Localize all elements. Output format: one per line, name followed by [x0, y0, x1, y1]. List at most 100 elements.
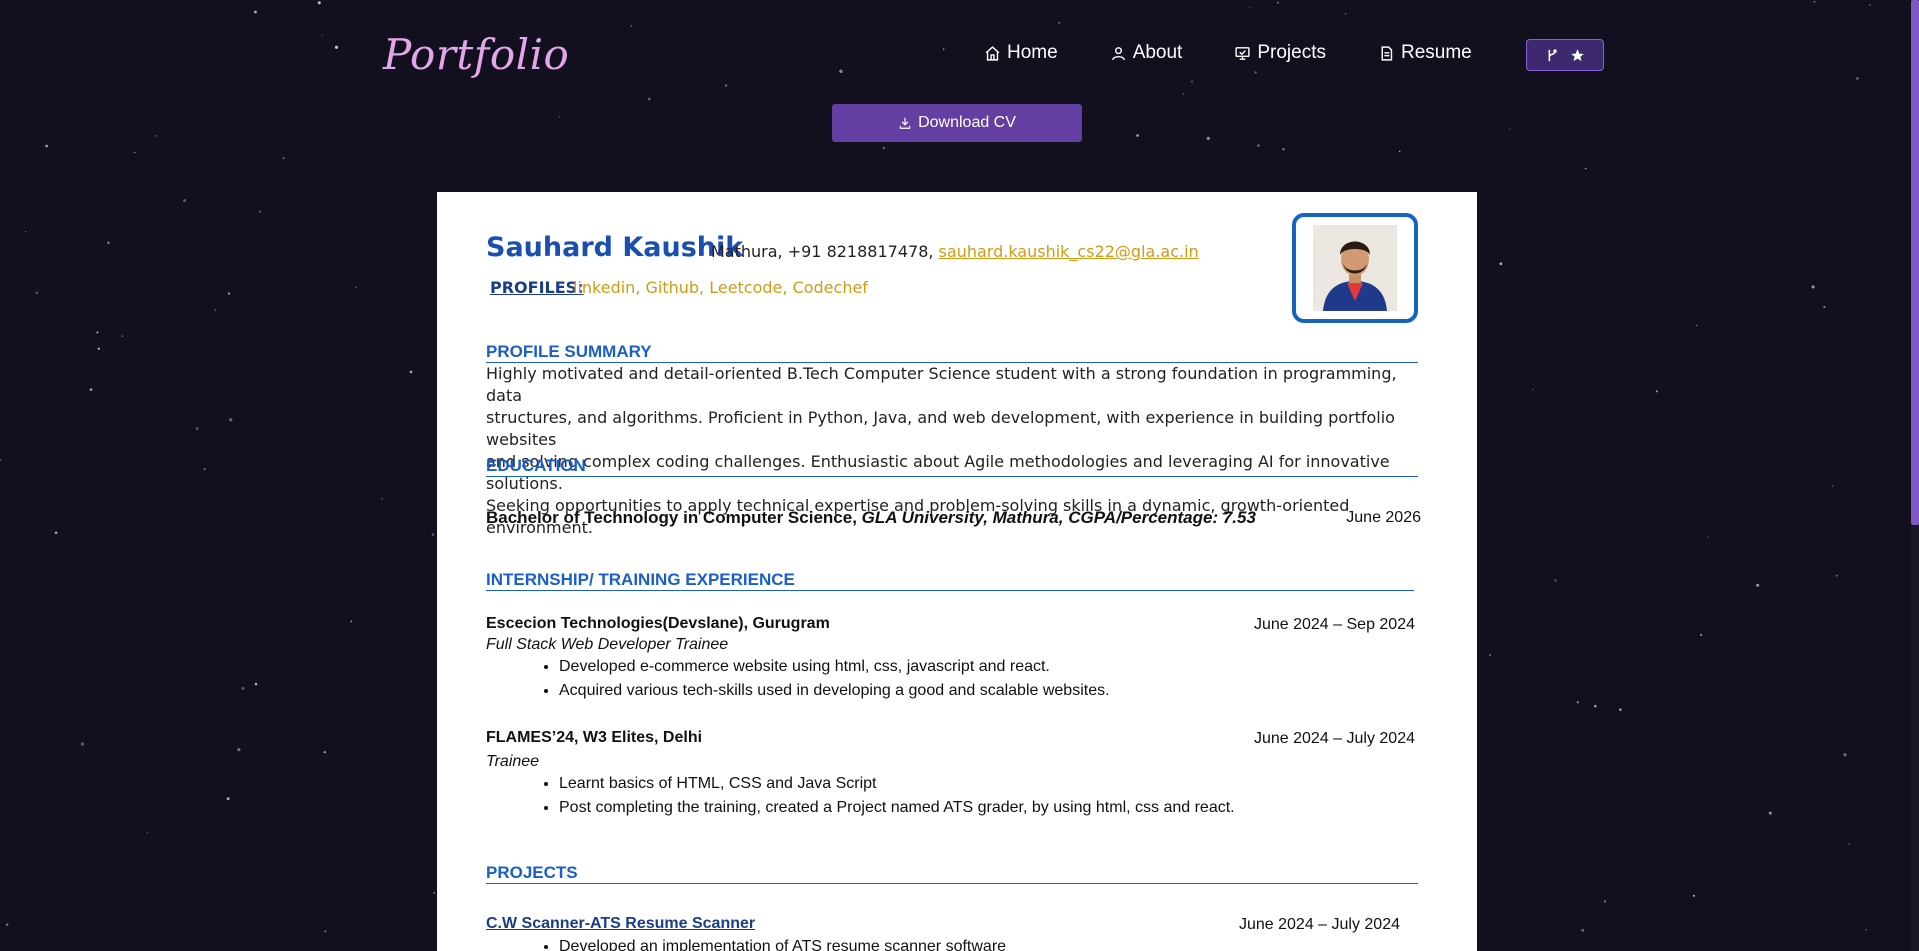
scrollbar-track[interactable] [1911, 0, 1919, 951]
star [1692, 894, 1695, 897]
star [1282, 148, 1285, 151]
document-icon [1381, 45, 1393, 61]
star [227, 292, 231, 295]
star [1344, 13, 1347, 15]
resume-document[interactable]: Sauhard Kaushik Mathura, +91 8218817478,… [437, 192, 1477, 951]
section-projects: PROJECTS [486, 863, 1418, 884]
section-education: EDUCATION [486, 456, 1418, 477]
resume-contact: Mathura, +91 8218817478, sauhard.kaushik… [711, 242, 1199, 261]
star [24, 231, 27, 233]
section-profile-summary: PROFILE SUMMARY [486, 342, 1418, 363]
star [121, 335, 124, 337]
download-cv-label: Download CV [918, 114, 1016, 131]
star [1277, 1, 1279, 4]
star [258, 210, 261, 213]
project-title[interactable]: C.W Scanner-ATS Resume Scanner [486, 915, 755, 933]
summary-line: Highly motivated and detail-oriented B.T… [486, 364, 1397, 405]
star [1843, 753, 1847, 757]
bullet-item: Acquired various tech-skills used in dev… [559, 679, 1110, 703]
star [1257, 144, 1260, 147]
star [5, 923, 9, 926]
star [1869, 4, 1871, 6]
star [1768, 811, 1772, 815]
star [97, 347, 100, 350]
star [0, 459, 2, 462]
star [183, 199, 187, 203]
email-link[interactable]: sauhard.kaushik_cs22@gla.ac.in [939, 242, 1199, 261]
nav-projects-label: Projects [1257, 42, 1326, 63]
star [1593, 704, 1597, 708]
star [630, 25, 633, 27]
internship-bullets: Learnt basics of HTML, CSS and Java Scri… [537, 772, 1235, 820]
nav-home-label: Home [1007, 42, 1058, 63]
github-button[interactable] [1526, 39, 1604, 71]
project-date: June 2024 – July 2024 [1238, 916, 1400, 933]
star [1182, 93, 1185, 95]
star [882, 146, 885, 150]
star [146, 831, 149, 834]
star [1509, 128, 1511, 130]
star [321, 34, 323, 36]
nav-projects[interactable]: Projects [1234, 42, 1326, 64]
star [107, 241, 110, 244]
star [54, 531, 58, 535]
star [134, 151, 136, 154]
star [724, 84, 728, 87]
star [1554, 579, 1557, 582]
star [1619, 708, 1622, 711]
navbar: Home About Projects Resume [984, 42, 1524, 64]
user-icon [1111, 46, 1125, 60]
school: GLA University, Mathura, CGPA/Percentage… [861, 508, 1256, 527]
star [89, 388, 93, 391]
star [45, 144, 48, 148]
summary-line: structures, and algorithms. Proficient i… [486, 408, 1395, 449]
star [324, 930, 327, 933]
star [1532, 388, 1534, 391]
star [1398, 150, 1401, 153]
star [229, 418, 233, 422]
profile-photo [1313, 225, 1397, 311]
scrollbar-thumb[interactable] [1911, 0, 1919, 525]
star [1136, 134, 1139, 137]
education-date: June 2026 [1346, 509, 1421, 526]
star [1865, 928, 1868, 931]
star [1489, 654, 1491, 656]
internship-org: Escecion Technologies(Devslane), Gurugra… [486, 615, 830, 632]
bullet-item: Developed e-commerce website using html,… [559, 655, 1110, 679]
internship-date: June 2024 – July 2024 [1253, 730, 1415, 747]
star [1584, 167, 1587, 170]
nav-home[interactable]: Home [984, 42, 1058, 64]
contact-info: Mathura, +91 8218817478, [711, 242, 934, 261]
star [1581, 928, 1585, 932]
star [1655, 390, 1658, 393]
star [80, 742, 85, 746]
nav-resume[interactable]: Resume [1378, 42, 1472, 64]
star [381, 497, 384, 500]
star [839, 69, 843, 73]
star [433, 891, 436, 894]
star [237, 748, 241, 752]
star [317, 1, 321, 5]
star [1603, 900, 1607, 903]
nav-about[interactable]: About [1110, 42, 1182, 64]
projects-icon [1235, 46, 1250, 60]
profiles-links[interactable]: linkedin, Github, Leetcode, Codechef [573, 278, 868, 297]
star [35, 291, 39, 295]
star [1848, 843, 1850, 846]
logo[interactable]: Portfolio [383, 30, 569, 79]
star [1206, 136, 1210, 140]
star [323, 750, 327, 754]
star [1499, 262, 1503, 266]
nav-resume-label: Resume [1400, 42, 1472, 63]
star [1190, 80, 1193, 83]
bullet-item: Post completing the training, created a … [559, 796, 1235, 820]
star [96, 331, 99, 334]
download-cv-button[interactable]: Download CV [832, 104, 1082, 142]
bullet-item: Developed an implementation of ATS resum… [559, 935, 1006, 951]
profile-photo-frame [1292, 213, 1418, 323]
resume-name: Sauhard Kaushik [486, 232, 744, 263]
star [942, 48, 945, 51]
star [203, 468, 206, 471]
star [334, 45, 339, 49]
internship-date: June 2024 – Sep 2024 [1253, 616, 1415, 633]
